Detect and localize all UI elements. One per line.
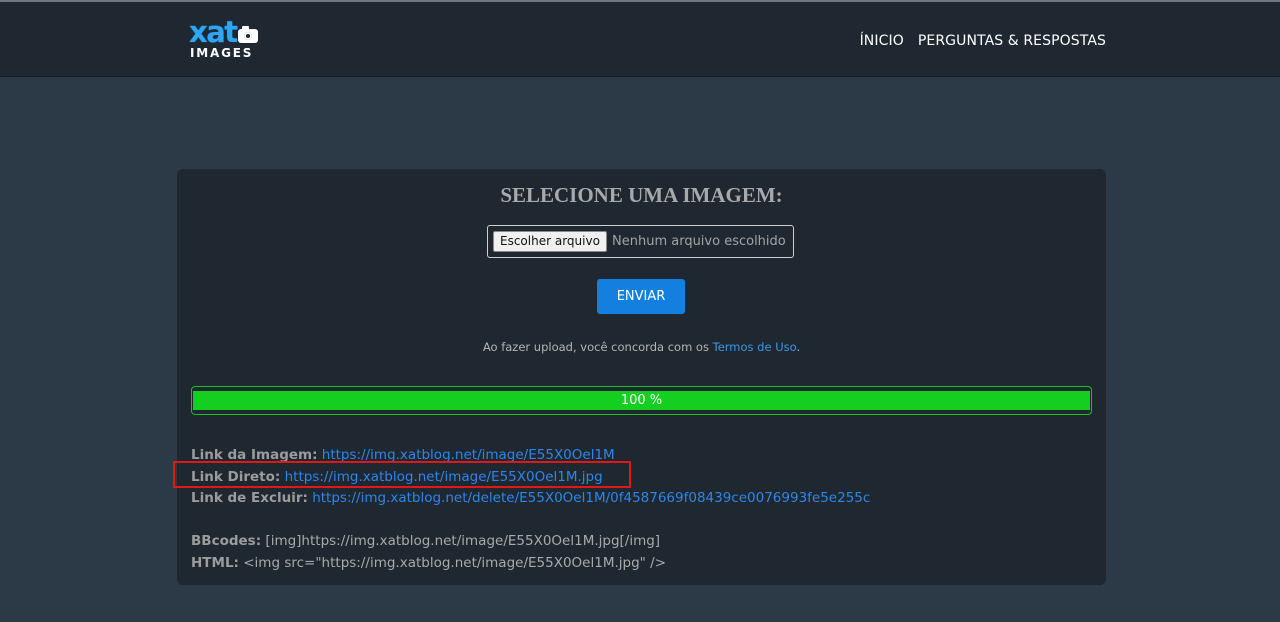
delete-link-label: Link de Excluir: — [191, 490, 308, 506]
terms-notice: Ao fazer upload, você concorda com os Te… — [177, 340, 1106, 354]
file-status-text: Nenhum arquivo escolhido — [612, 234, 786, 249]
terms-prefix: Ao fazer upload, você concorda com os — [482, 340, 713, 354]
delete-link-row: Link de Excluir: https://img.xatblog.net… — [191, 488, 870, 510]
logo-subtitle: IMAGES — [190, 46, 254, 60]
file-input[interactable]: Escolher arquivo Nenhum arquivo escolhid… — [487, 225, 794, 258]
image-link-label: Link da Imagem: — [191, 447, 318, 463]
result-links: Link da Imagem: https://img.xatblog.net/… — [191, 445, 870, 574]
logo-wordmark: xat — [189, 15, 238, 49]
image-link-url[interactable]: https://img.xatblog.net/image/E55X0Oel1M — [322, 447, 615, 463]
html-code-value[interactable]: <img src="https://img.xatblog.net/image/… — [243, 555, 666, 571]
choose-file-button[interactable]: Escolher arquivo — [493, 231, 607, 252]
html-code-row: HTML: <img src="https://img.xatblog.net/… — [191, 553, 870, 575]
html-code-label: HTML: — [191, 554, 239, 571]
site-logo[interactable]: xat IMAGES — [189, 15, 261, 61]
bbcode-label: BBcodes: — [191, 533, 262, 549]
direct-link-url[interactable]: https://img.xatblog.net/image/E55X0Oel1M… — [285, 469, 603, 485]
main-nav: ÍNICIO PERGUNTAS & RESPOSTAS — [860, 33, 1106, 49]
upload-panel: SELECIONE UMA IMAGEM: Escolher arquivo N… — [177, 169, 1106, 585]
bbcode-value[interactable]: [img]https://img.xatblog.net/image/E55X0… — [265, 533, 660, 549]
nav-link-faq[interactable]: PERGUNTAS & RESPOSTAS — [918, 33, 1106, 49]
nav-link-inicio[interactable]: ÍNICIO — [860, 33, 904, 49]
image-link-row: Link da Imagem: https://img.xatblog.net/… — [191, 445, 870, 467]
direct-link-label: Link Direto: — [191, 468, 281, 485]
progress-label: 100 % — [620, 393, 663, 408]
send-button[interactable]: ENVIAR — [597, 279, 685, 314]
terms-of-use-link[interactable]: Termos de Uso — [713, 340, 797, 354]
upload-progress-bar: 100 % — [191, 386, 1092, 415]
terms-suffix: . — [796, 340, 801, 354]
bbcode-row: BBcodes: [img]https://img.xatblog.net/im… — [191, 531, 870, 553]
panel-title: SELECIONE UMA IMAGEM: — [500, 183, 783, 207]
direct-link-row: Link Direto: https://img.xatblog.net/ima… — [191, 467, 870, 489]
navbar: xat IMAGES ÍNICIO PERGUNTAS & RESPOSTAS — [0, 2, 1280, 77]
delete-link-url[interactable]: https://img.xatblog.net/delete/E55X0Oel1… — [312, 490, 870, 506]
camera-icon — [238, 26, 258, 43]
